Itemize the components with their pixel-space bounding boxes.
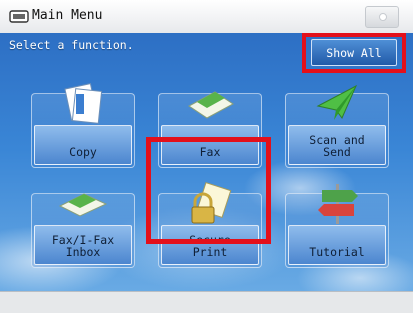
title-bar: Main Menu [0,0,413,34]
show-all-button[interactable]: Show All [311,39,397,66]
secure-print-highlight [146,137,271,244]
tile-scan-and-send[interactable]: Scan and Send [285,84,389,168]
tile-scan-and-send-label: Scan and Send [309,133,365,159]
dot-icon [379,13,387,21]
tile-copy[interactable]: Copy [31,83,135,168]
tile-copy-label: Copy [69,145,97,159]
tile-scan-and-send-face: Scan and Send [288,125,386,165]
scan-send-icon [316,84,358,120]
fax-inbox-icon [58,193,108,217]
status-bar [0,291,413,313]
window-title: Main Menu [32,8,103,23]
prompt-text: Select a function. [9,38,134,52]
tile-tutorial-face: Tutorial [288,225,386,265]
copy-icon [64,83,103,124]
tile-fax-ifax-inbox-label: Fax/I-Fax Inbox [51,233,115,259]
tile-fax-ifax-inbox-face: Fax/I-Fax Inbox [34,225,132,265]
tile-tutorial[interactable]: Tutorial [285,184,389,268]
tile-tutorial-label: Tutorial [309,245,365,259]
tile-copy-face: Copy [34,125,132,165]
tile-fax-ifax-inbox[interactable]: Fax/I-Fax Inbox [31,193,135,268]
fax-icon [188,91,234,119]
tutorial-icon [318,184,358,224]
main-menu-icon [9,10,29,23]
title-menu-button[interactable] [365,6,399,28]
